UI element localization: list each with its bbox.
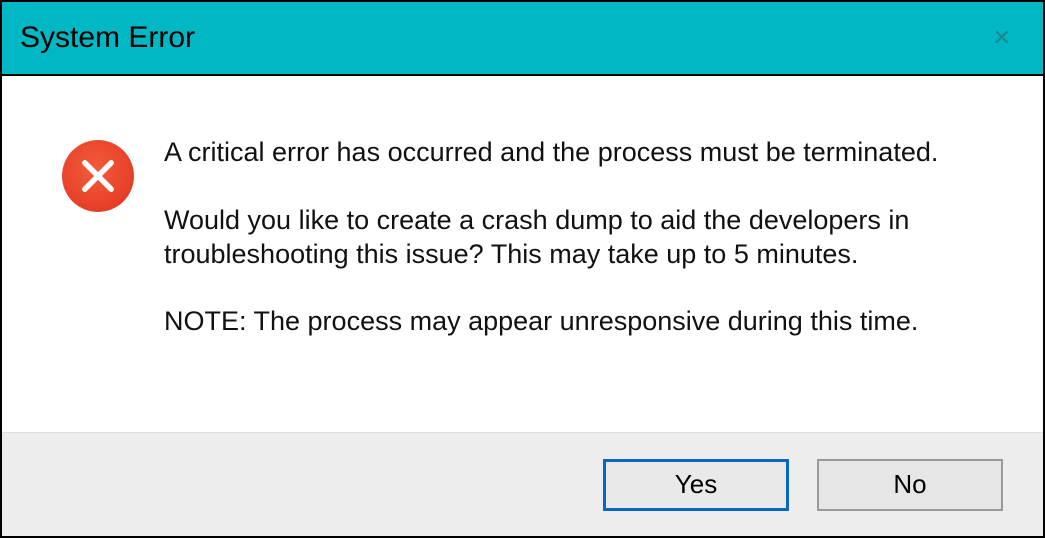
titlebar: System Error ✕ bbox=[2, 2, 1043, 76]
message-line-2: Would you like to create a crash dump to… bbox=[164, 204, 983, 272]
button-bar: Yes No bbox=[2, 432, 1043, 536]
close-icon[interactable]: ✕ bbox=[979, 17, 1025, 59]
window-title: System Error bbox=[20, 21, 195, 55]
error-icon-wrap bbox=[62, 140, 134, 212]
yes-button[interactable]: Yes bbox=[603, 459, 789, 511]
message-text: A critical error has occurred and the pr… bbox=[164, 136, 983, 339]
dialog-content: A critical error has occurred and the pr… bbox=[2, 76, 1043, 432]
message-line-1: A critical error has occurred and the pr… bbox=[164, 136, 983, 170]
error-icon bbox=[62, 140, 134, 212]
no-button[interactable]: No bbox=[817, 459, 1003, 511]
message-line-3: NOTE: The process may appear unresponsiv… bbox=[164, 305, 983, 339]
